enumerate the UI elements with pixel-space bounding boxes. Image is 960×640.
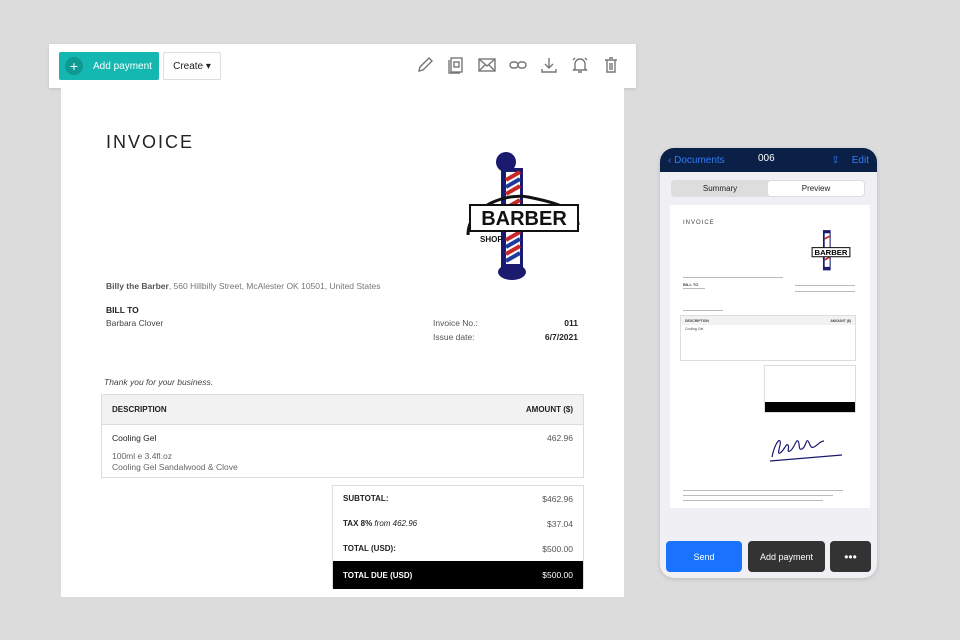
barber-shop-logo: BARBER SHOP [466, 152, 580, 280]
more-button[interactable]: ••• [830, 541, 871, 572]
invoice-title: INVOICE [106, 132, 195, 152]
phone-preview: ‹ Documents 006 ⇪ Edit Summary Preview IN… [660, 148, 877, 578]
bell-icon[interactable] [571, 56, 589, 74]
table-row[interactable]: Cooling Gel 462.96 100ml e 3.4fl.oz Cooli… [102, 425, 583, 481]
toolbar: + Add payment Create ▾ [49, 44, 636, 88]
mini-logo: BARBER [811, 230, 851, 271]
invoice-page: INVOICE BARBER SHOP Billy the Barber, 56… [61, 88, 624, 597]
share-icon[interactable]: ⇪ [831, 155, 839, 166]
edit-button[interactable]: Edit [852, 155, 869, 166]
seller-address: Billy the Barber, 560 Hillbilly Street, … [106, 281, 381, 291]
mail-icon[interactable] [478, 56, 496, 74]
view-segmented-control: Summary Preview [671, 180, 865, 197]
mini-invoice-preview[interactable]: INVOICE BARBER BILL TO DESCRIPTION AMOUNT… [670, 205, 870, 508]
items-table: DESCRIPTION AMOUNT ($) Cooling Gel 462.96… [101, 394, 584, 478]
back-button[interactable]: ‹ Documents [668, 155, 725, 166]
signature [769, 440, 843, 462]
svg-text:BARBER: BARBER [481, 208, 567, 230]
create-dropdown[interactable]: Create ▾ [163, 52, 221, 80]
send-button[interactable]: Send [666, 541, 742, 572]
svg-text:BARBER: BARBER [815, 248, 848, 257]
totals: SUBTOTAL: $462.96 TAX 8% from 462.96 $37.0… [332, 485, 584, 589]
download-icon[interactable] [540, 56, 558, 74]
document-number: 006 [758, 153, 775, 164]
trash-icon[interactable] [602, 56, 620, 74]
invoice-meta: Invoice No.: 011 Issue date: 6/7/2021 [433, 318, 578, 342]
tab-preview[interactable]: Preview [768, 181, 864, 196]
pencil-icon[interactable] [416, 56, 434, 74]
link-icon[interactable] [509, 56, 527, 74]
tab-summary[interactable]: Summary [672, 181, 768, 196]
copy-icon[interactable] [447, 56, 465, 74]
plus-icon: + [65, 57, 83, 75]
add-payment-button[interactable]: + Add payment [59, 52, 159, 80]
thanks-note: Thank you for your business. [104, 377, 214, 387]
add-payment-mobile-button[interactable]: Add payment [748, 541, 825, 572]
client-name: Barbara Clover [106, 318, 164, 328]
svg-text:SHOP: SHOP [480, 235, 503, 244]
bill-to-label: BILL TO [106, 305, 139, 315]
